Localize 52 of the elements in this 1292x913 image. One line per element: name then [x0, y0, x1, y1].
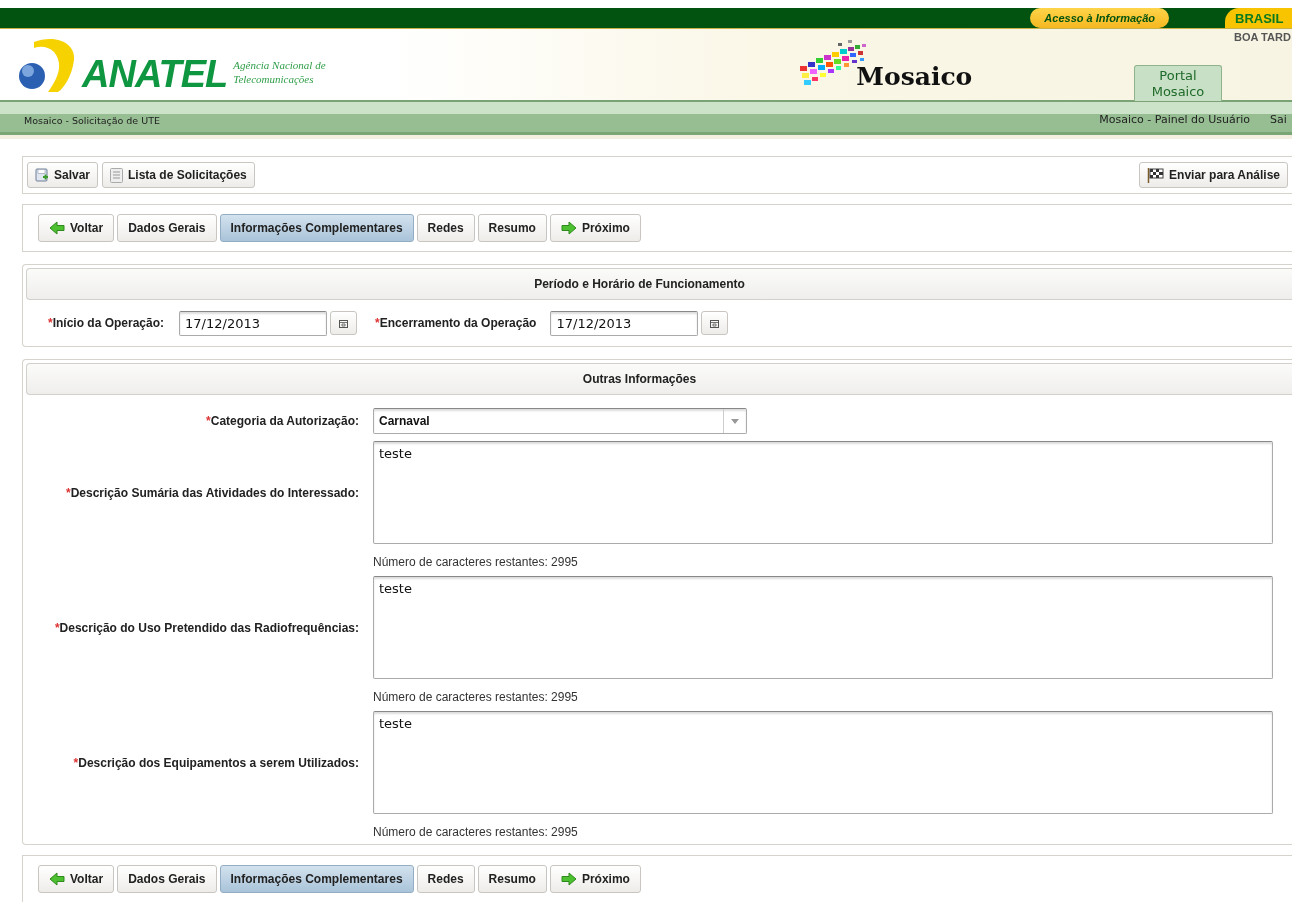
- field-label: *Categoria da Autorização:: [206, 414, 359, 428]
- description-textarea[interactable]: teste: [373, 711, 1273, 814]
- section-title: Período e Horário de Funcionamento: [534, 277, 745, 291]
- next-button[interactable]: Próximo: [549, 214, 641, 242]
- calendar-button[interactable]: [701, 311, 729, 335]
- greeting-text: BOA TARD: [1234, 31, 1292, 43]
- field-label: *Descrição do Uso Pretendido das Radiofrequências:: [54, 620, 359, 635]
- calendar-icon: [710, 318, 720, 328]
- calendar-button[interactable]: [330, 311, 358, 335]
- flag-icon: [1147, 167, 1165, 183]
- left-arrow-icon: [49, 221, 65, 235]
- back-button[interactable]: Voltar: [38, 865, 115, 893]
- right-arrow-icon: [560, 221, 577, 235]
- description-textarea[interactable]: teste: [373, 576, 1273, 679]
- right-arrow-icon: [560, 872, 577, 886]
- step-tab[interactable]: Dados Gerais: [117, 865, 217, 893]
- document-icon: [110, 167, 124, 183]
- anatel-wordmark: ANATEL: [82, 56, 228, 92]
- toolbar-button[interactable]: Enviar para Análise: [1139, 162, 1288, 188]
- step-tab[interactable]: Informações Complementares: [219, 865, 414, 893]
- access-information-link[interactable]: Acesso à Informação: [1030, 8, 1169, 28]
- date-field[interactable]: 17/12/2013: [550, 310, 699, 336]
- step-tab[interactable]: Informações Complementares: [219, 214, 414, 242]
- character-counter: Número de caracteres restantes: 2995: [373, 690, 579, 704]
- field-label: *Início da Operação:: [48, 316, 165, 330]
- calendar-icon: [339, 318, 349, 328]
- toolbar-button[interactable]: Lista de Solicitações: [102, 162, 255, 188]
- description-textarea[interactable]: teste: [373, 441, 1273, 544]
- date-field[interactable]: 17/12/2013: [179, 310, 328, 336]
- next-button[interactable]: Próximo: [549, 865, 641, 893]
- agency-tagline: Agência Nacional de Telecomunicações: [233, 58, 327, 86]
- breadcrumb: Mosaico - Solicitação de UTE: [24, 115, 160, 126]
- caret-icon: [731, 418, 739, 424]
- toolbar-button[interactable]: Salvar: [27, 162, 99, 188]
- category-dropdown[interactable]: Carnaval: [373, 408, 747, 434]
- step-tab[interactable]: Resumo: [477, 865, 547, 893]
- left-arrow-icon: [49, 872, 65, 886]
- step-tab[interactable]: Dados Gerais: [117, 214, 217, 242]
- character-counter: Número de caracteres restantes: 2995: [373, 555, 579, 569]
- step-tab[interactable]: Resumo: [477, 214, 547, 242]
- portal-tab[interactable]: Portal Mosaico: [1134, 65, 1222, 101]
- step-tab[interactable]: Redes: [416, 214, 475, 242]
- character-counter: Número de caracteres restantes: 2995: [373, 825, 579, 839]
- step-tab[interactable]: Redes: [416, 865, 475, 893]
- nav-link[interactable]: Sai: [1270, 113, 1292, 126]
- mosaico-wordmark: Mosaico: [856, 64, 973, 90]
- field-label: *Descrição dos Equipamentos a serem Utilizados:: [73, 755, 359, 770]
- section-title: Outras Informações: [582, 372, 697, 386]
- field-label: *Descrição Sumária das Atividades do Interessado:: [66, 485, 359, 500]
- back-button[interactable]: Voltar: [38, 214, 115, 242]
- nav-link[interactable]: Mosaico - Painel do Usuário: [1099, 113, 1250, 126]
- field-label: *Encerramento da Operação: [375, 316, 537, 330]
